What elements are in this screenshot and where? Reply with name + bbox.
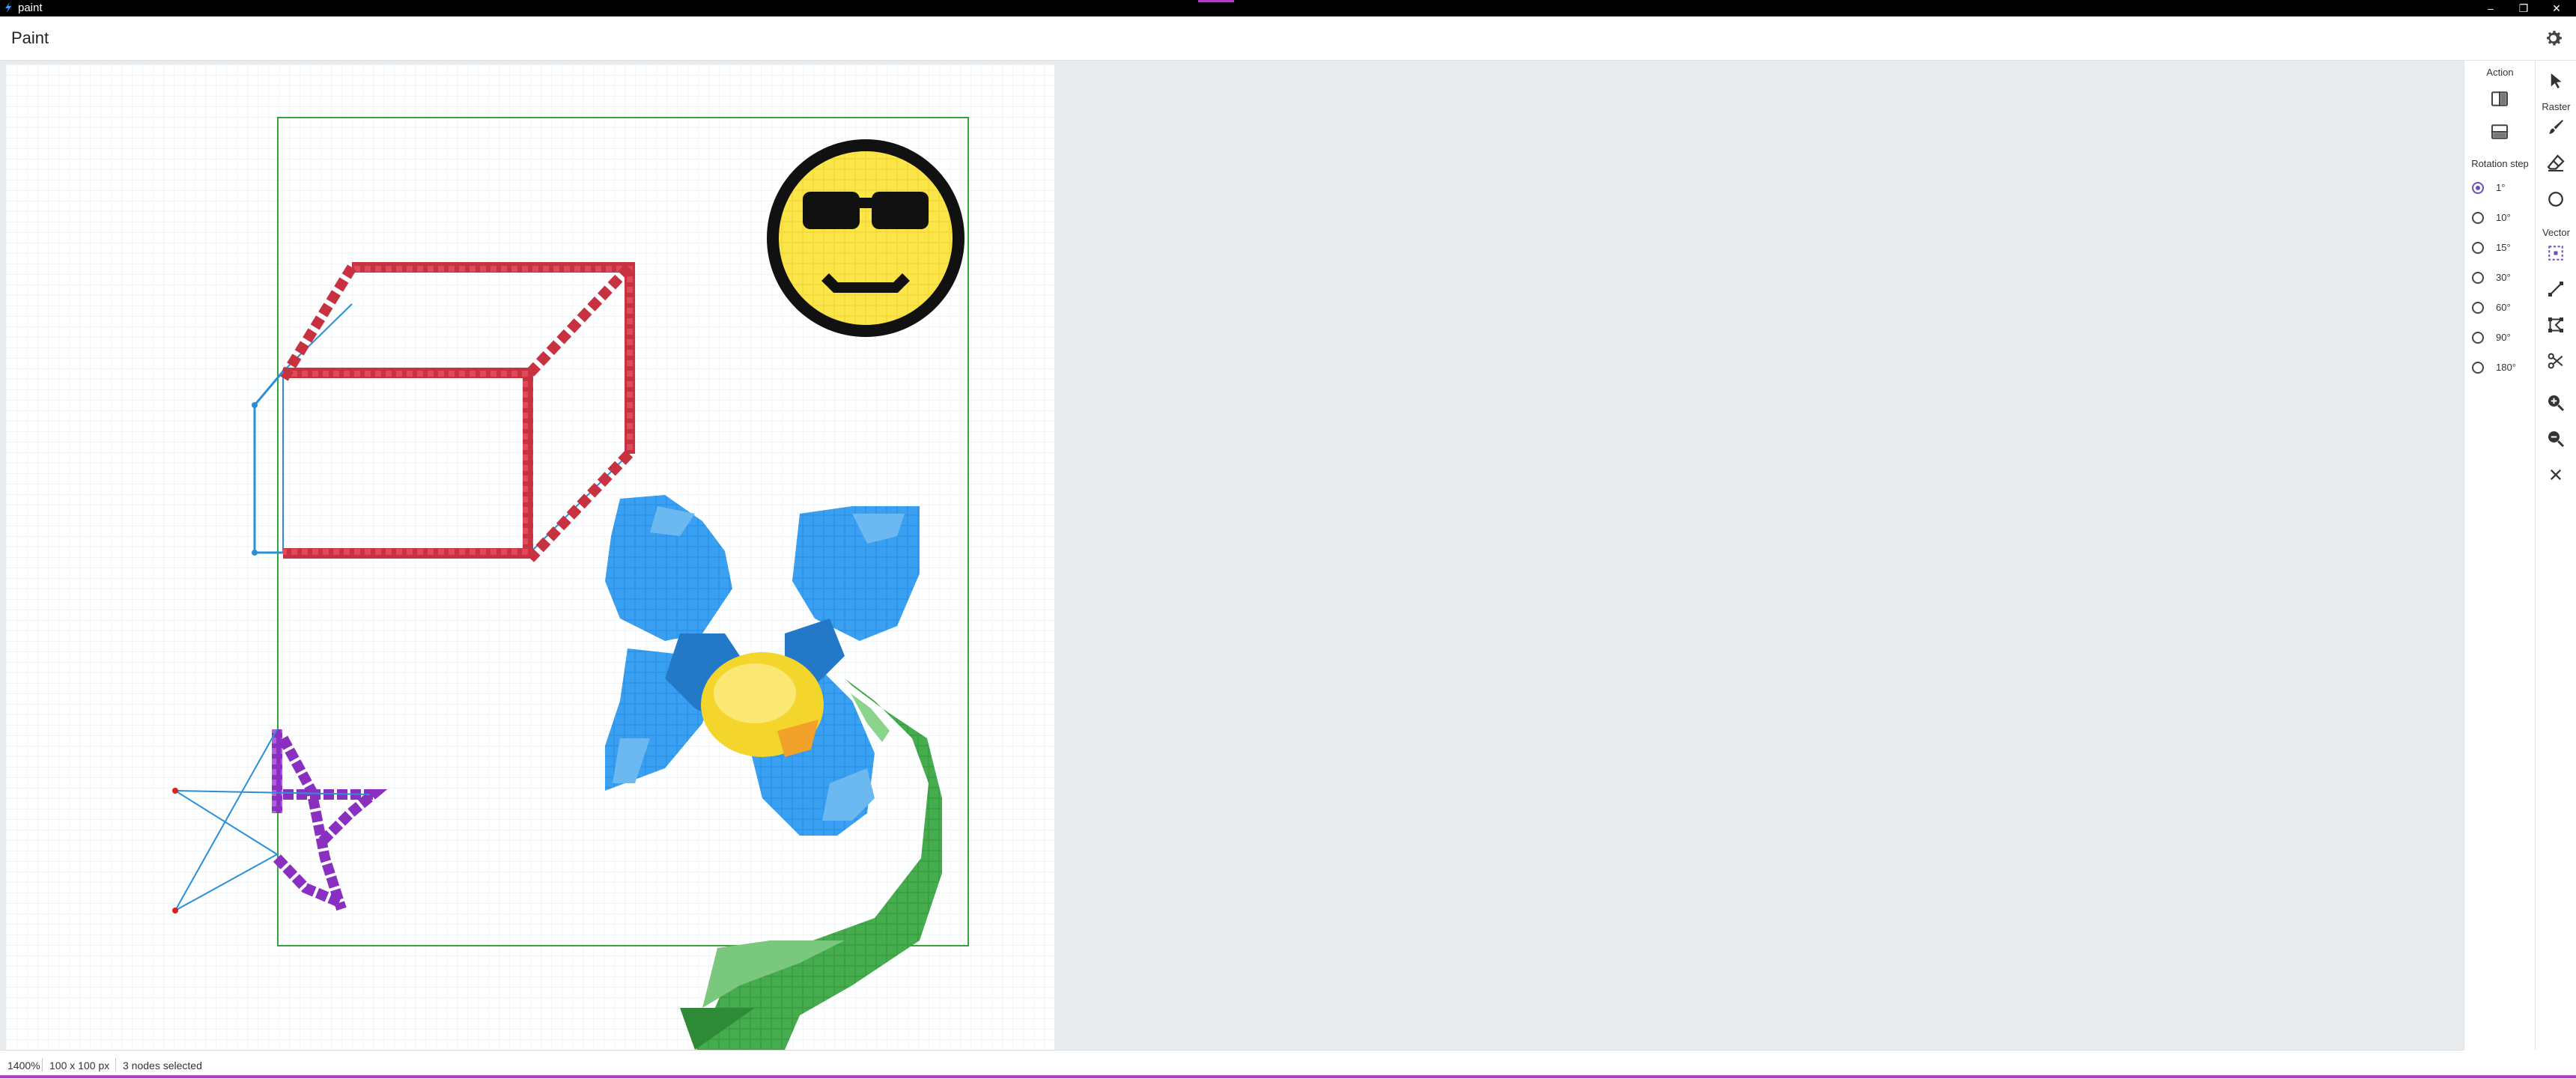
cut-tool[interactable]: [2545, 350, 2567, 372]
rotation-option[interactable]: 1°: [2472, 179, 2532, 200]
rotation-option-label: 60°: [2496, 302, 2511, 313]
drawing-canvas[interactable]: [6, 64, 1054, 1050]
eraser-icon: [2547, 154, 2565, 171]
rotation-option[interactable]: 90°: [2472, 329, 2532, 350]
window-title: paint: [18, 1, 43, 14]
zoom-level: 1400%: [7, 1060, 40, 1072]
node-edit-icon: [2548, 317, 2563, 332]
close-icon: ✕: [2552, 2, 2561, 14]
zoom-out-icon: [2548, 431, 2565, 448]
rotation-option[interactable]: 60°: [2472, 299, 2532, 320]
flip-vertical-icon: [2491, 124, 2509, 139]
rotation-option[interactable]: 30°: [2472, 269, 2532, 290]
close-tool-button[interactable]: [2545, 463, 2567, 486]
radio[interactable]: [2472, 332, 2484, 344]
rotation-option[interactable]: 15°: [2472, 239, 2532, 260]
radio-selected[interactable]: [2472, 182, 2484, 194]
radio[interactable]: [2472, 272, 2484, 284]
canvas-artwork[interactable]: [6, 64, 1054, 1050]
vector-group-label: Vector: [2542, 227, 2570, 238]
close-icon: [2550, 469, 2562, 481]
app-bar: Paint: [0, 16, 2576, 61]
rotation-option[interactable]: 10°: [2472, 209, 2532, 230]
brush-icon: [2549, 120, 2563, 134]
vector-select-icon: [2548, 246, 2563, 261]
titlebar-accent: [1198, 0, 1234, 2]
radio[interactable]: [2472, 212, 2484, 224]
circle-tool[interactable]: [2545, 188, 2567, 210]
radio[interactable]: [2472, 302, 2484, 314]
window-titlebar: paint – ❐ ✕: [0, 0, 2576, 16]
flip-horizontal-button[interactable]: [2488, 88, 2511, 110]
restore-icon: ❐: [2518, 2, 2529, 14]
flip-vertical-button[interactable]: [2488, 121, 2511, 143]
select-pointer-icon: [2551, 73, 2562, 88]
line-tool[interactable]: [2545, 278, 2567, 300]
status-divider: [115, 1058, 116, 1072]
select-tool[interactable]: [2545, 70, 2567, 92]
window-bottom-accent: [0, 1075, 2576, 1078]
rotation-option-label: 15°: [2496, 242, 2511, 253]
tool-strip: Raster Vector: [2535, 61, 2576, 1050]
vector-select-tool[interactable]: [2545, 242, 2567, 264]
radio[interactable]: [2472, 362, 2484, 374]
close-window-button[interactable]: ✕: [2540, 0, 2573, 16]
app-logo-icon: [5, 2, 11, 13]
zoom-out-button[interactable]: [2545, 428, 2567, 450]
zoom-in-icon: [2548, 395, 2565, 412]
properties-panel: Action Rotation step 1° 10° 15° 30° 60° …: [2464, 61, 2536, 1050]
flip-horizontal-icon: [2491, 91, 2508, 106]
brush-tool[interactable]: [2545, 116, 2567, 139]
circle-icon: [2548, 192, 2563, 207]
rotation-option-label: 90°: [2496, 332, 2511, 343]
zoom-in-button[interactable]: [2545, 392, 2567, 414]
settings-gear-icon: [2547, 31, 2562, 46]
rotation-option-label: 30°: [2496, 272, 2511, 283]
rotation-option-label: 180°: [2496, 362, 2516, 373]
app-title: Paint: [11, 28, 49, 47]
selection-status: 3 nodes selected: [123, 1060, 202, 1072]
settings-button[interactable]: [2543, 27, 2566, 49]
rotation-option[interactable]: 180°: [2472, 359, 2532, 380]
canvas-size: 100 x 100 px: [49, 1060, 110, 1072]
status-divider: [42, 1058, 43, 1072]
rotation-option-label: 10°: [2496, 212, 2511, 223]
action-header: Action: [2486, 67, 2514, 78]
line-icon: [2548, 282, 2563, 297]
cut-icon: [2548, 353, 2563, 369]
raster-group-label: Raster: [2542, 101, 2571, 112]
rotation-step-header: Rotation step: [2471, 158, 2529, 169]
eraser-tool[interactable]: [2545, 152, 2567, 174]
restore-button[interactable]: ❐: [2507, 0, 2540, 16]
minimize-button[interactable]: –: [2474, 0, 2507, 16]
node-edit-tool[interactable]: [2545, 314, 2567, 336]
sun-with-sunglasses: [767, 139, 965, 337]
minimize-icon: –: [2488, 2, 2494, 14]
rotation-option-label: 1°: [2496, 182, 2506, 193]
radio[interactable]: [2472, 242, 2484, 254]
